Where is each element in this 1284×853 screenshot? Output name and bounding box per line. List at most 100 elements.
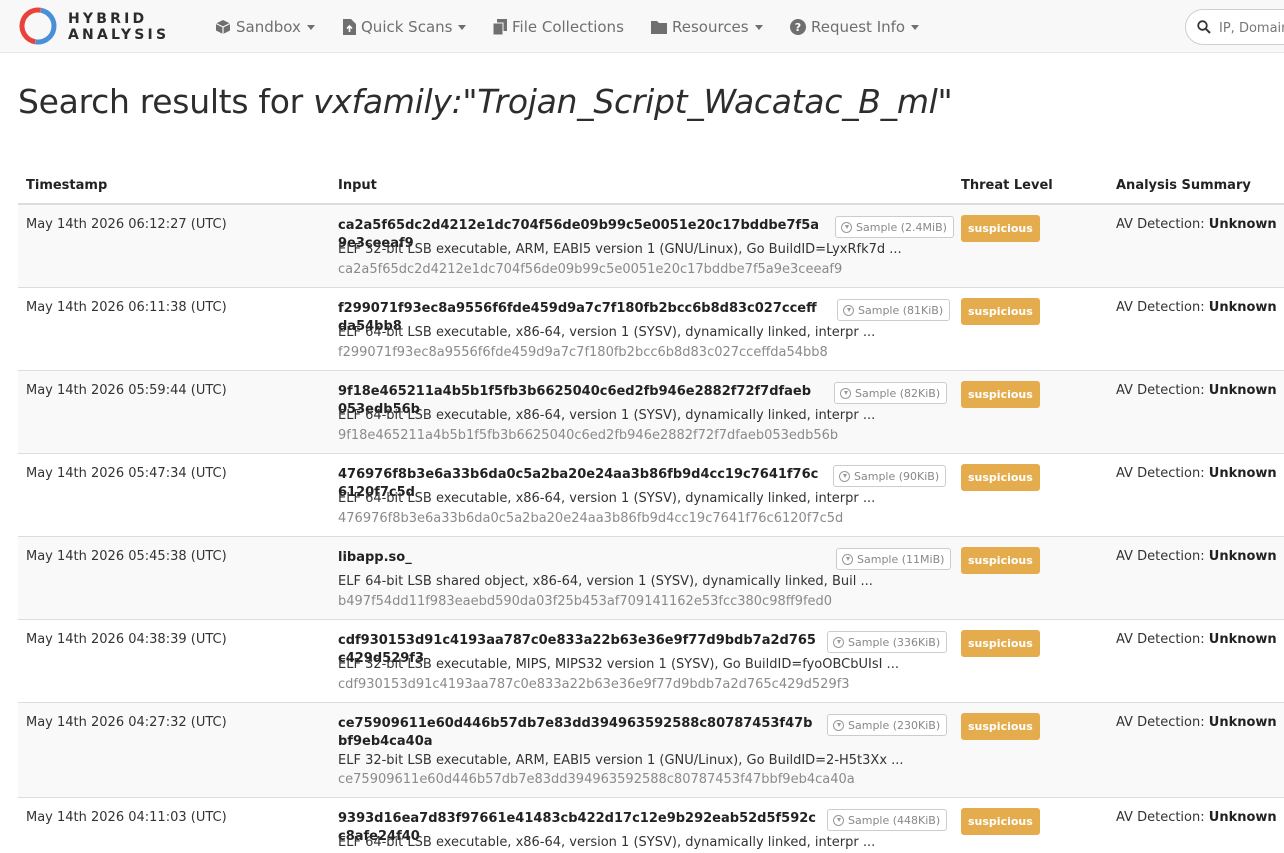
download-sample-button[interactable]: Sample (230KiB)	[827, 714, 948, 736]
nav-file-collections[interactable]: File Collections	[493, 17, 624, 37]
av-label: AV Detection:	[1116, 715, 1205, 730]
av-value: Unknown	[1208, 217, 1277, 232]
download-sample-button[interactable]: Sample (90KiB)	[833, 465, 947, 487]
threat-badge: suspicious	[961, 547, 1040, 574]
sample-label: Sample (2.4MiB)	[856, 220, 947, 234]
row-timestamp: May 14th 2026 05:47:34 (UTC)	[26, 466, 227, 481]
threat-badge: suspicious	[961, 713, 1040, 740]
download-sample-button[interactable]: Sample (336KiB)	[827, 631, 948, 653]
folder-icon	[651, 21, 667, 34]
sample-label: Sample (81KiB)	[858, 303, 944, 317]
nav-request-info[interactable]: ? Request Info	[790, 17, 920, 37]
av-label: AV Detection:	[1116, 300, 1205, 315]
sample-label: Sample (11MiB)	[857, 552, 945, 566]
sample-label: Sample (82KiB)	[855, 386, 941, 400]
brand-line-1: HYBRID	[68, 11, 148, 27]
logo-ring-icon	[19, 7, 57, 45]
chevron-down-icon	[754, 24, 763, 30]
row-hash: cdf930153d91c4193aa787c0e833a22b63e36e9f…	[338, 677, 850, 692]
row-description: ELF 64-bit LSB executable, x86-64, versi…	[338, 835, 876, 850]
nav-request-info-label: Request Info	[811, 18, 906, 36]
nav-resources[interactable]: Resources	[651, 17, 763, 37]
row-input-name[interactable]: libapp.so_	[338, 549, 820, 567]
sample-label: Sample (230KiB)	[848, 718, 941, 732]
brand-name: HYBRID ANALYSIS	[68, 11, 169, 43]
row-timestamp: May 14th 2026 04:38:39 (UTC)	[26, 632, 227, 647]
row-hash: ce75909611e60d446b57db7e83dd394963592588…	[338, 772, 855, 787]
row-description: ELF 64-bit LSB executable, x86-64, versi…	[338, 491, 876, 506]
nav-quick-scans-label: Quick Scans	[361, 18, 453, 36]
av-label: AV Detection:	[1116, 810, 1205, 825]
page-title: Search results for vxfamily:"Trojan_Scri…	[18, 82, 953, 121]
table-row[interactable]: May 14th 2026 04:38:39 (UTC) cdf930153d9…	[18, 620, 1284, 703]
download-icon	[842, 553, 853, 565]
row-description: ELF 64-bit LSB shared object, x86-64, ve…	[338, 574, 873, 589]
row-timestamp: May 14th 2026 06:12:27 (UTC)	[26, 217, 227, 232]
download-icon	[839, 470, 850, 482]
table-row[interactable]: May 14th 2026 04:27:32 (UTC) ce75909611e…	[18, 703, 1284, 798]
row-description: ELF 64-bit LSB executable, x86-64, versi…	[338, 325, 876, 340]
nav-sandbox[interactable]: Sandbox	[215, 17, 315, 37]
file-upload-icon	[343, 19, 356, 35]
search-box	[1185, 9, 1284, 45]
threat-badge: suspicious	[961, 381, 1040, 408]
av-detection: AV Detection: Unknown	[1116, 300, 1277, 315]
search-icon	[1197, 20, 1211, 34]
download-icon	[833, 719, 844, 731]
nav-sandbox-label: Sandbox	[236, 18, 301, 36]
av-value: Unknown	[1208, 549, 1277, 564]
table-row[interactable]: May 14th 2026 06:11:38 (UTC) f299071f93e…	[18, 288, 1284, 371]
download-sample-button[interactable]: Sample (2.4MiB)	[835, 216, 954, 238]
av-value: Unknown	[1208, 466, 1277, 481]
av-label: AV Detection:	[1116, 217, 1205, 232]
row-timestamp: May 14th 2026 04:27:32 (UTC)	[26, 715, 227, 730]
av-value: Unknown	[1208, 300, 1277, 315]
col-header-analysis-summary[interactable]: Analysis Summary	[1116, 178, 1251, 193]
download-icon	[840, 387, 851, 399]
av-detection: AV Detection: Unknown	[1116, 383, 1277, 398]
row-timestamp: May 14th 2026 06:11:38 (UTC)	[26, 300, 227, 315]
av-value: Unknown	[1208, 632, 1277, 647]
av-detection: AV Detection: Unknown	[1116, 810, 1277, 825]
av-label: AV Detection:	[1116, 632, 1205, 647]
download-sample-button[interactable]: Sample (448KiB)	[827, 809, 948, 831]
av-label: AV Detection:	[1116, 549, 1205, 564]
brand-line-2: ANALYSIS	[68, 27, 170, 43]
col-header-timestamp[interactable]: Timestamp	[26, 178, 107, 193]
col-header-threat-level[interactable]: Threat Level	[961, 178, 1053, 193]
download-icon	[843, 304, 854, 316]
row-input-name[interactable]: ce75909611e60d446b57db7e83dd394963592588…	[338, 715, 820, 751]
download-icon	[833, 636, 844, 648]
table-row[interactable]: May 14th 2026 05:59:44 (UTC) 9f18e465211…	[18, 371, 1284, 454]
av-detection: AV Detection: Unknown	[1116, 549, 1277, 564]
row-description: ELF 32-bit LSB executable, MIPS, MIPS32 …	[338, 657, 899, 672]
chevron-down-icon	[458, 24, 467, 30]
cube-icon	[215, 20, 231, 34]
av-label: AV Detection:	[1116, 466, 1205, 481]
av-value: Unknown	[1208, 383, 1277, 398]
row-hash: f299071f93ec8a9556f6fde459d9a7c7f180fb2b…	[338, 345, 828, 360]
table-row[interactable]: May 14th 2026 05:45:38 (UTC) libapp.so_ …	[18, 537, 1284, 620]
row-hash: 9f18e465211a4b5b1f5fb3b6625040c6ed2fb946…	[338, 428, 839, 443]
download-sample-button[interactable]: Sample (81KiB)	[837, 299, 951, 321]
threat-badge: suspicious	[961, 298, 1040, 325]
table-row[interactable]: May 14th 2026 06:12:27 (UTC) ca2a5f65dc2…	[18, 205, 1284, 288]
av-value: Unknown	[1208, 715, 1277, 730]
nav-file-collections-label: File Collections	[512, 18, 624, 36]
threat-badge: suspicious	[961, 464, 1040, 491]
table-row[interactable]: May 14th 2026 04:11:03 (UTC) 9393d16ea7d…	[18, 798, 1284, 853]
brand-logo[interactable]: HYBRID ANALYSIS	[18, 6, 188, 48]
col-header-input[interactable]: Input	[338, 178, 377, 193]
av-detection: AV Detection: Unknown	[1116, 217, 1277, 232]
search-input[interactable]	[1219, 18, 1284, 38]
download-icon	[833, 814, 844, 826]
table-row[interactable]: May 14th 2026 05:47:34 (UTC) 476976f8b3e…	[18, 454, 1284, 537]
row-description: ELF 32-bit LSB executable, ARM, EABI5 ve…	[338, 753, 904, 768]
nav-quick-scans[interactable]: Quick Scans	[343, 17, 467, 37]
row-timestamp: May 14th 2026 05:59:44 (UTC)	[26, 383, 227, 398]
threat-badge: suspicious	[961, 215, 1040, 242]
download-sample-button[interactable]: Sample (82KiB)	[834, 382, 948, 404]
row-description: ELF 32-bit LSB executable, ARM, EABI5 ve…	[338, 242, 902, 257]
row-hash: ca2a5f65dc2d4212e1dc704f56de09b99c5e0051…	[338, 262, 843, 277]
download-sample-button[interactable]: Sample (11MiB)	[836, 548, 952, 570]
